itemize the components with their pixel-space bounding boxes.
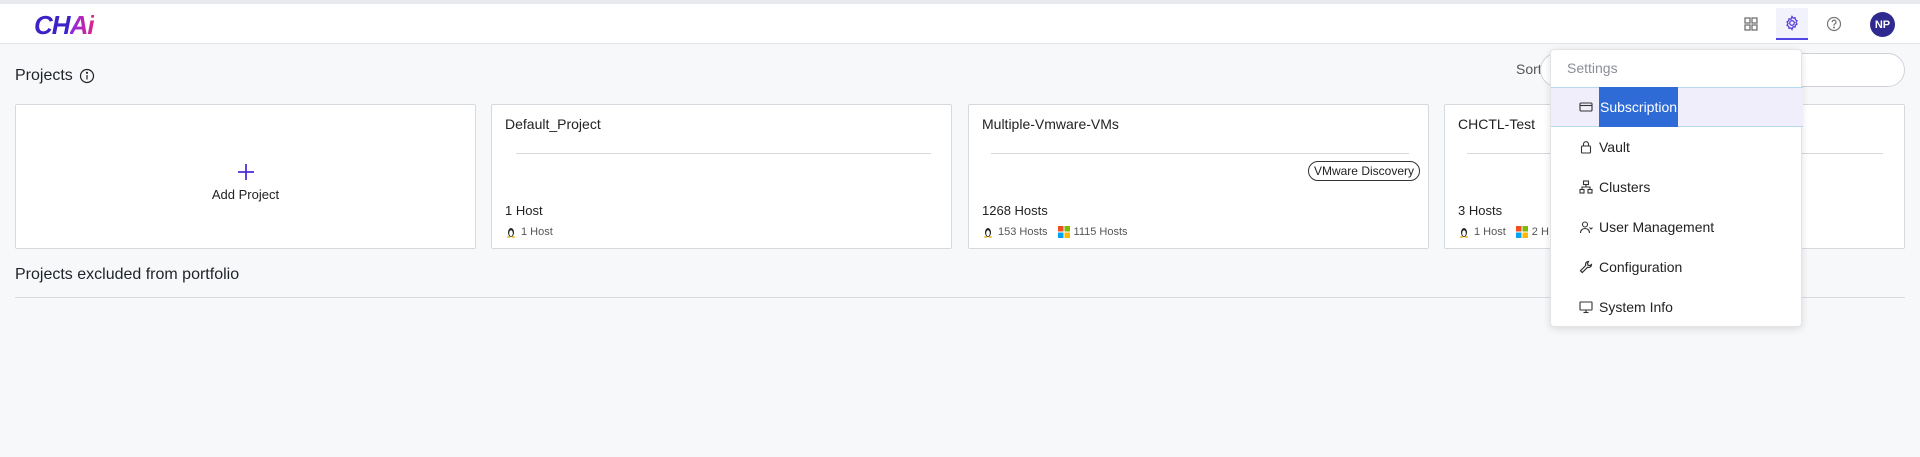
settings-dropdown: Settings Subscription Vault Clusters Use…	[1550, 49, 1803, 327]
menu-item-clusters[interactable]: Clusters	[1551, 167, 1803, 207]
lock-icon	[1579, 140, 1593, 154]
add-project-label: Add Project	[211, 187, 280, 202]
logo-accent-text: Ai	[69, 10, 95, 40]
card-divider	[516, 153, 931, 154]
linux-host-count: 1 Host	[1474, 226, 1506, 238]
chai-logo[interactable]: CHAi	[34, 10, 95, 41]
plus-icon	[237, 164, 254, 180]
monitor-icon	[1579, 300, 1593, 314]
card-divider	[991, 153, 1409, 154]
user-avatar[interactable]: NP	[1870, 12, 1895, 37]
project-name: CHCTL-Test	[1458, 116, 1536, 132]
menu-item-configuration[interactable]: Configuration	[1551, 247, 1803, 287]
linux-icon	[1458, 226, 1470, 238]
project-card-default[interactable]: Default_Project 1 Host 1 Host	[491, 104, 952, 249]
host-count: 3 Hosts	[1458, 203, 1503, 218]
linux-icon	[982, 226, 994, 238]
settings-menu-header: Settings	[1567, 60, 1618, 76]
info-icon[interactable]	[79, 68, 95, 84]
linux-host-count: 1 Host	[521, 226, 553, 238]
project-card-vmware[interactable]: Multiple-Vmware-VMs VMware Discovery 126…	[968, 104, 1429, 249]
host-count: 1 Host	[505, 203, 543, 218]
menu-item-label: Vault	[1599, 139, 1630, 155]
project-name: Default_Project	[505, 116, 601, 132]
apps-grid-button[interactable]	[1735, 8, 1767, 40]
project-name: Multiple-Vmware-VMs	[982, 116, 1119, 132]
linux-icon	[505, 226, 517, 238]
menu-item-label: Clusters	[1599, 179, 1651, 195]
windows-host-count: 2 H	[1531, 226, 1549, 238]
linux-host-count: 153 Hosts	[998, 226, 1048, 238]
windows-icon	[1057, 226, 1070, 238]
windows-host-count: 1115 Hosts	[1073, 226, 1128, 238]
help-button[interactable]	[1818, 8, 1850, 40]
projects-heading: Projects	[15, 67, 95, 85]
windows-icon	[1515, 226, 1528, 238]
clusters-icon	[1579, 180, 1593, 194]
credit-card-icon	[1579, 100, 1593, 114]
gear-icon	[1786, 15, 1798, 31]
host-count: 1268 Hosts	[982, 203, 1048, 218]
settings-button[interactable]	[1776, 8, 1808, 40]
help-icon	[1826, 16, 1842, 32]
menu-item-vault[interactable]: Vault	[1551, 127, 1803, 167]
os-breakdown: 1 Host	[505, 226, 553, 238]
excluded-projects-heading: Projects excluded from portfolio	[15, 266, 240, 283]
menu-item-label: System Info	[1599, 299, 1673, 315]
wrench-icon	[1579, 260, 1593, 274]
os-breakdown: 1 Host 2 H	[1458, 226, 1549, 238]
menu-item-subscription[interactable]: Subscription	[1551, 87, 1803, 127]
menu-item-system-info[interactable]: System Info	[1551, 287, 1803, 327]
grid-icon	[1744, 17, 1758, 31]
logo-main-text: CH	[34, 10, 71, 40]
menu-item-user-management[interactable]: User Management	[1551, 207, 1803, 247]
app-header: CHAi NP	[0, 4, 1920, 44]
menu-item-label: User Management	[1599, 219, 1715, 235]
user-management-icon	[1579, 220, 1593, 234]
menu-item-label: Subscription	[1599, 87, 1679, 127]
vmware-discovery-badge: VMware Discovery	[1307, 161, 1420, 181]
menu-item-label: Configuration	[1599, 259, 1683, 275]
add-project-card[interactable]: Add Project	[15, 104, 476, 249]
projects-title: Projects	[15, 67, 73, 84]
os-breakdown: 153 Hosts 1115 Hosts	[982, 226, 1128, 238]
